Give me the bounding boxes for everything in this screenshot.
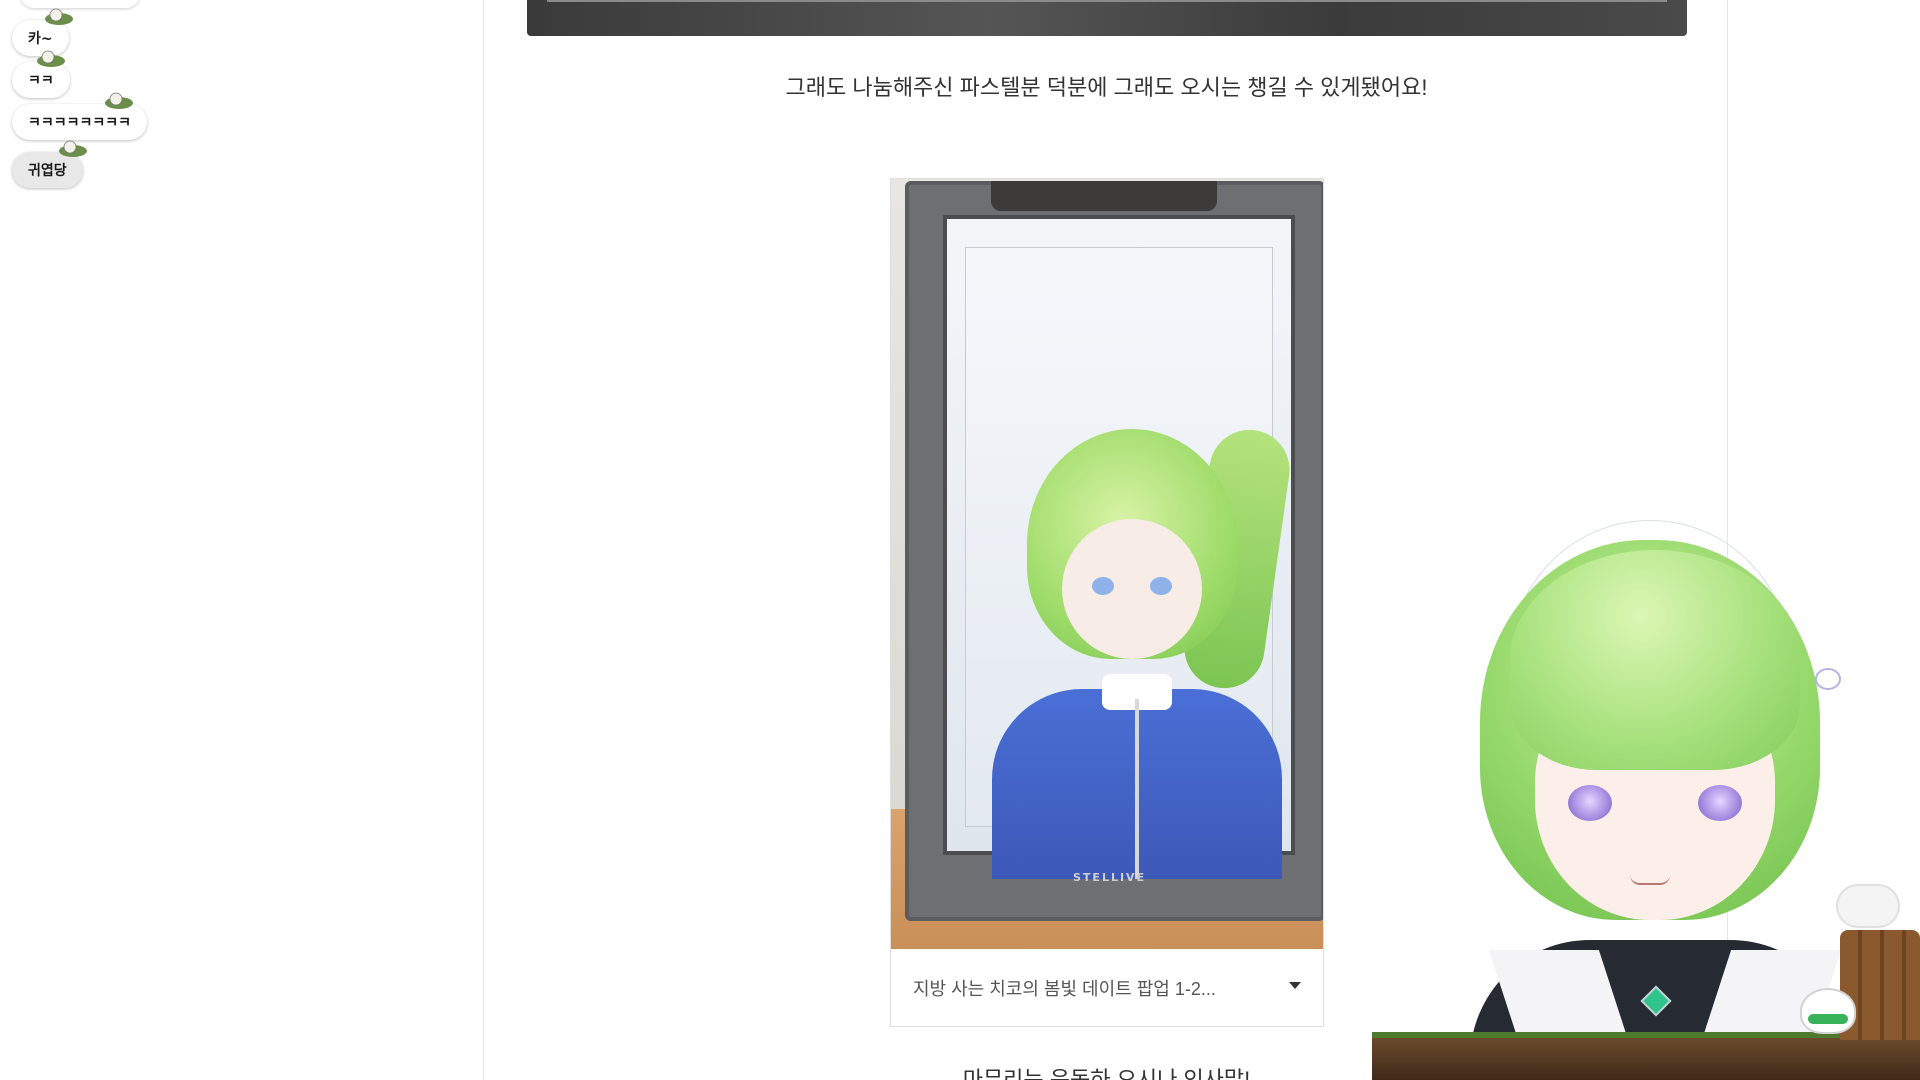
- chat-message: 귀엽당: [12, 140, 87, 188]
- frog-sticker-icon: [37, 50, 65, 67]
- character-eye: [1150, 577, 1172, 595]
- steam-cloud-icon: [1838, 886, 1898, 926]
- video-embed[interactable]: STELLIVE 지방 사는 치코의 봄빛 데이트 팝업 1-2...: [890, 178, 1324, 1027]
- video-meta-bar[interactable]: 지방 사는 치코의 봄빛 데이트 팝업 1-2...: [891, 949, 1323, 1027]
- cabinet-brand-logo: STELLIVE: [1073, 871, 1147, 884]
- chat-message-text: ㅋㅋㅋㅋㅋㅋㅋㅋ: [28, 115, 132, 131]
- overlay-wooden-ledge: [1372, 1032, 1920, 1080]
- chat-message-partial: [20, 0, 140, 8]
- article-image-previous[interactable]: [527, 0, 1687, 36]
- avatar-eye: [1568, 785, 1612, 821]
- screen-root: 카~ ㅋㅋ ㅋㅋㅋㅋㅋㅋㅋㅋ 귀엽당 그래도 나눔해주신 파스텔분 덕분에 그래…: [0, 0, 1920, 1080]
- character-eye: [1092, 577, 1114, 595]
- chevron-down-icon[interactable]: [1289, 981, 1301, 989]
- chat-message-text: 카~: [28, 31, 53, 47]
- chat-message: ㅋㅋ: [12, 50, 70, 98]
- chat-overlay: 카~ ㅋㅋ ㅋㅋㅋㅋㅋㅋㅋㅋ 귀엽당: [12, 0, 212, 200]
- frog-sticker-icon: [59, 140, 87, 157]
- frog-sticker-icon: [105, 92, 133, 109]
- chat-message-text: 귀엽당: [28, 163, 67, 179]
- display-cabinet: STELLIVE: [905, 181, 1323, 921]
- character-zipper: [1135, 699, 1139, 879]
- article-paragraph: 그래도 나눔해주신 파스텔분 덕분에 그래도 오시는 챙길 수 있게됐어요!: [785, 75, 1428, 100]
- cabinet-top-bar: [991, 181, 1217, 211]
- chat-message: ㅋㅋㅋㅋㅋㅋㅋㅋ: [12, 92, 148, 140]
- frog-sticker-icon: [45, 8, 73, 25]
- avatar-mouth: [1630, 875, 1670, 885]
- mascot-icon: [1800, 988, 1856, 1034]
- video-title[interactable]: 지방 사는 치코의 봄빛 데이트 팝업 1-2...: [913, 975, 1216, 1001]
- character-face: [1062, 519, 1202, 659]
- avatar-hair-ribbon: [1815, 668, 1841, 690]
- avatar-bangs: [1510, 550, 1800, 770]
- cabinet-screen: [943, 215, 1295, 879]
- mascot-scarf: [1808, 1014, 1848, 1024]
- chat-message-text: ㅋㅋ: [28, 73, 54, 89]
- video-thumbnail[interactable]: STELLIVE: [891, 179, 1323, 949]
- avatar-eye: [1698, 785, 1742, 821]
